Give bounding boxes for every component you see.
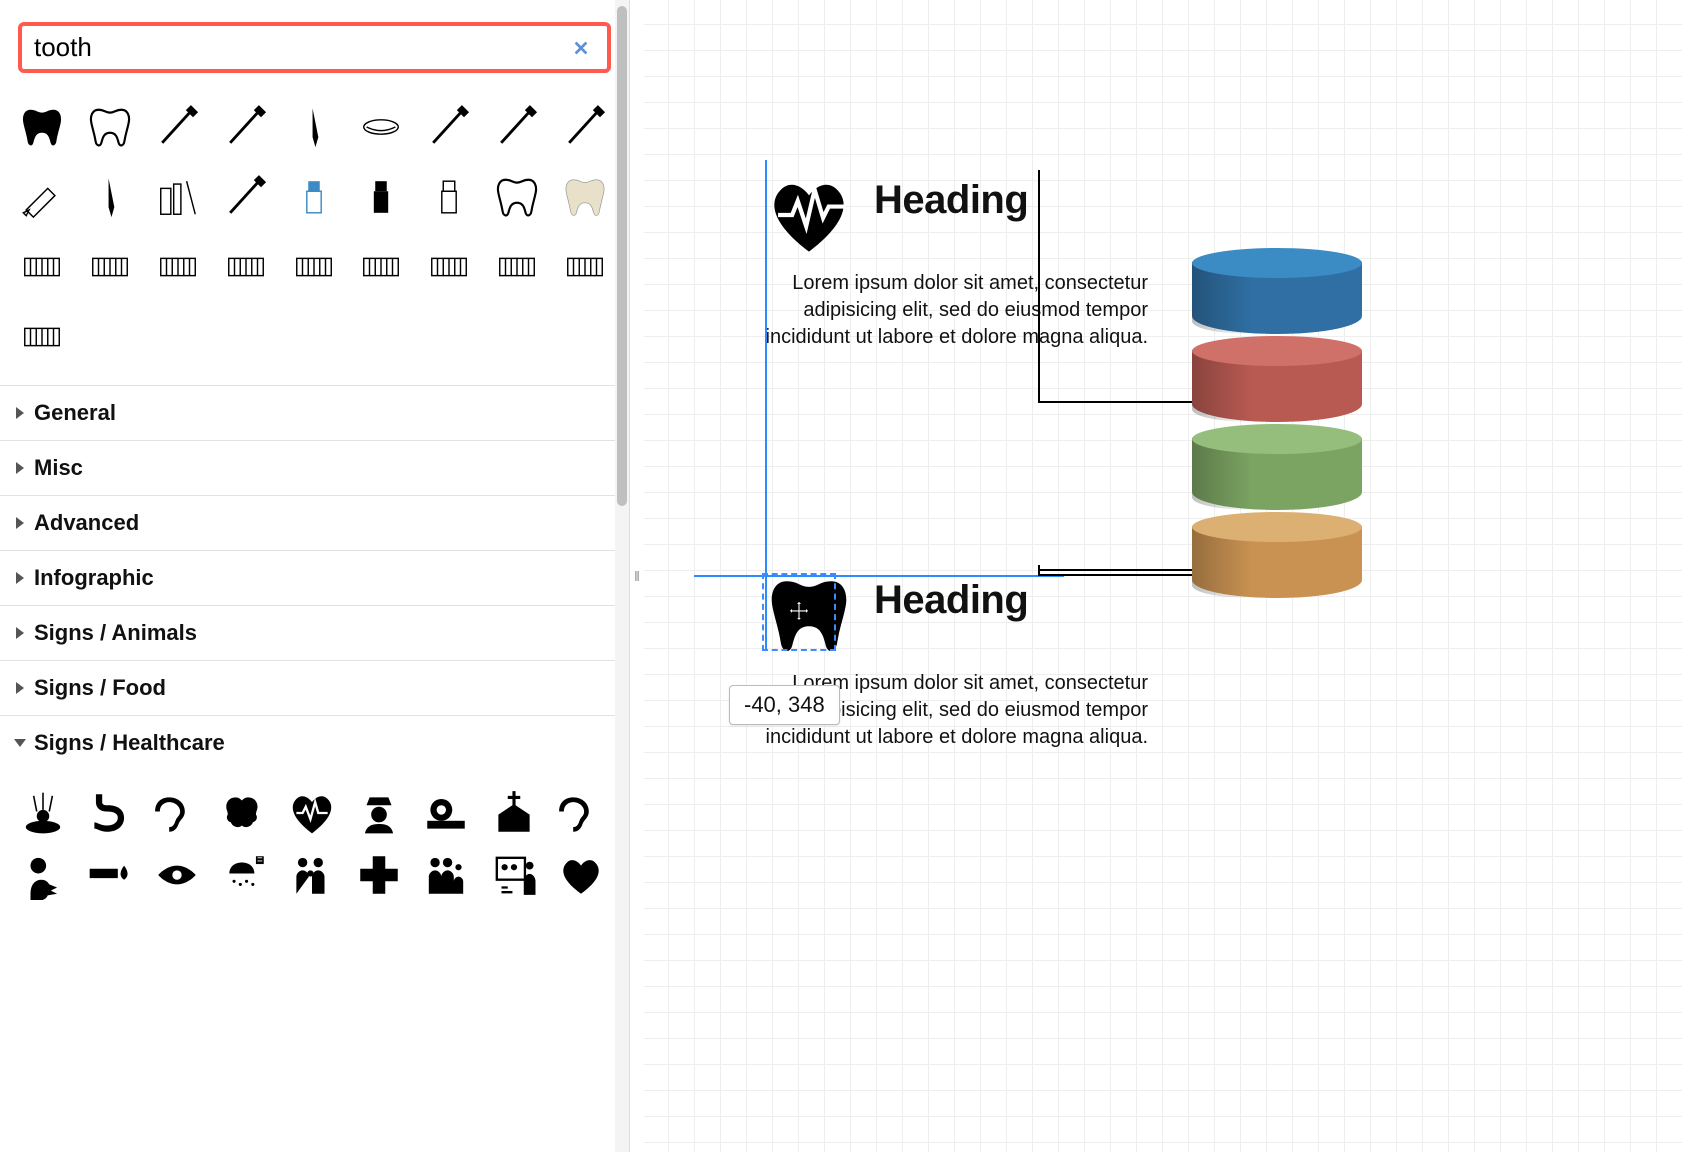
section-advanced[interactable]: Advanced xyxy=(0,495,629,550)
cough-icon[interactable] xyxy=(14,846,72,904)
tooth-outline-icon[interactable] xyxy=(82,99,138,155)
toothpaste-squeeze-icon[interactable] xyxy=(14,169,70,225)
molar-photo-icon[interactable] xyxy=(557,169,613,225)
mri-icon[interactable] xyxy=(417,784,475,842)
heart-icon[interactable] xyxy=(552,846,610,904)
disclosure-triangle-icon xyxy=(16,572,24,584)
disclosure-triangle-icon xyxy=(16,627,24,639)
nurse-icon[interactable] xyxy=(350,784,408,842)
mouth-teeth-icon[interactable] xyxy=(353,99,409,155)
grand-piano-icon[interactable] xyxy=(14,309,70,365)
close-icon xyxy=(572,39,590,57)
keyboard-stand-icon[interactable] xyxy=(489,239,545,295)
tooth-pick-icon[interactable] xyxy=(82,169,138,225)
electric-toothbrush-icon[interactable] xyxy=(421,99,477,155)
section-infographic[interactable]: Infographic xyxy=(0,550,629,605)
keyboard-mini-icon[interactable] xyxy=(14,239,70,295)
section-signs-healthcare[interactable]: Signs / Healthcare xyxy=(0,715,629,770)
usb-outline-icon[interactable] xyxy=(421,169,477,225)
shower-icon[interactable] xyxy=(216,846,274,904)
section-label: Signs / Food xyxy=(34,675,166,701)
block-heading[interactable]: Heading xyxy=(874,578,1028,623)
section-body xyxy=(0,770,629,934)
selection-outline xyxy=(762,573,836,651)
eye-icon[interactable] xyxy=(148,846,206,904)
infographic-block[interactable]: Heading Lorem ipsum dolor sit amet, cons… xyxy=(764,570,1164,790)
family-icon[interactable] xyxy=(283,846,341,904)
presentation-icon[interactable] xyxy=(485,846,543,904)
shapes-sidebar: General Misc Advanced Infographic Signs / An… xyxy=(0,0,630,1152)
keyboard-stand-alt-icon[interactable] xyxy=(557,239,613,295)
block-heading[interactable]: Heading xyxy=(874,178,1028,223)
cylinder-red[interactable] xyxy=(1192,336,1362,422)
heart-pulse-icon[interactable] xyxy=(283,784,341,842)
toothbrush-cup-icon[interactable] xyxy=(218,169,274,225)
section-general[interactable]: General xyxy=(0,385,629,440)
toothbrush-icon[interactable] xyxy=(489,99,545,155)
usb-black-icon[interactable] xyxy=(353,169,409,225)
cylinder-blue[interactable] xyxy=(1192,248,1362,334)
section-label: Misc xyxy=(34,455,83,481)
section-label: Advanced xyxy=(34,510,139,536)
family-group-icon[interactable] xyxy=(417,846,475,904)
scrollbar-thumb[interactable] xyxy=(617,6,627,506)
usb-blue-icon[interactable] xyxy=(286,169,342,225)
section-label: General xyxy=(34,400,116,426)
search-box xyxy=(18,22,611,73)
disclosure-triangle-icon xyxy=(14,739,26,747)
toothbrush-icon[interactable] xyxy=(150,99,206,155)
hearing-icon[interactable] xyxy=(148,784,206,842)
section-misc[interactable]: Misc xyxy=(0,440,629,495)
dental-kit-icon[interactable] xyxy=(150,169,206,225)
disclosure-triangle-icon xyxy=(16,682,24,694)
toothbrush-icon[interactable] xyxy=(557,99,613,155)
section-label: Signs / Animals xyxy=(34,620,197,646)
panel-splitter[interactable] xyxy=(630,0,644,1152)
tooth-solid-icon[interactable] xyxy=(14,99,70,155)
canvas[interactable]: Heading Lorem ipsum dolor sit amet, cons… xyxy=(644,0,1682,1152)
search-input[interactable] xyxy=(34,32,567,63)
tooth-icon[interactable] xyxy=(764,570,854,660)
acupuncture-icon[interactable] xyxy=(14,784,72,842)
synth-icon[interactable] xyxy=(218,239,274,295)
position-tooltip: -40, 348 xyxy=(729,685,840,725)
brain-icon[interactable] xyxy=(216,784,274,842)
cylinder-green[interactable] xyxy=(1192,424,1362,510)
toothbrush-angled-icon[interactable] xyxy=(218,99,274,155)
clear-search-button[interactable] xyxy=(567,34,595,62)
heart-pulse-icon[interactable] xyxy=(764,170,854,260)
deaf-icon[interactable] xyxy=(552,784,610,842)
keyboard-icon[interactable] xyxy=(150,239,206,295)
medical-cross-icon[interactable] xyxy=(350,846,408,904)
section-label: Infographic xyxy=(34,565,154,591)
tooth-root-icon[interactable] xyxy=(286,99,342,155)
disclosure-triangle-icon xyxy=(16,517,24,529)
section-signs-animals[interactable]: Signs / Animals xyxy=(0,605,629,660)
disclosure-triangle-icon xyxy=(16,407,24,419)
upright-piano-icon[interactable] xyxy=(82,239,138,295)
move-cursor-icon xyxy=(786,599,812,625)
section-label: Signs / Healthcare xyxy=(34,730,225,756)
blood-drop-icon[interactable] xyxy=(81,846,139,904)
keytar-icon[interactable] xyxy=(286,239,342,295)
stomach-icon[interactable] xyxy=(81,784,139,842)
church-hospital-icon[interactable] xyxy=(485,784,543,842)
cylinder-orange[interactable] xyxy=(1192,512,1362,598)
sidebar-scrollbar[interactable] xyxy=(615,0,629,1152)
search-results xyxy=(0,91,629,385)
disclosure-triangle-icon xyxy=(16,462,24,474)
keyboard-tray-icon[interactable] xyxy=(421,239,477,295)
molar-outline-icon[interactable] xyxy=(489,169,545,225)
keyboard-small-icon[interactable] xyxy=(353,239,409,295)
section-signs-food[interactable]: Signs / Food xyxy=(0,660,629,715)
